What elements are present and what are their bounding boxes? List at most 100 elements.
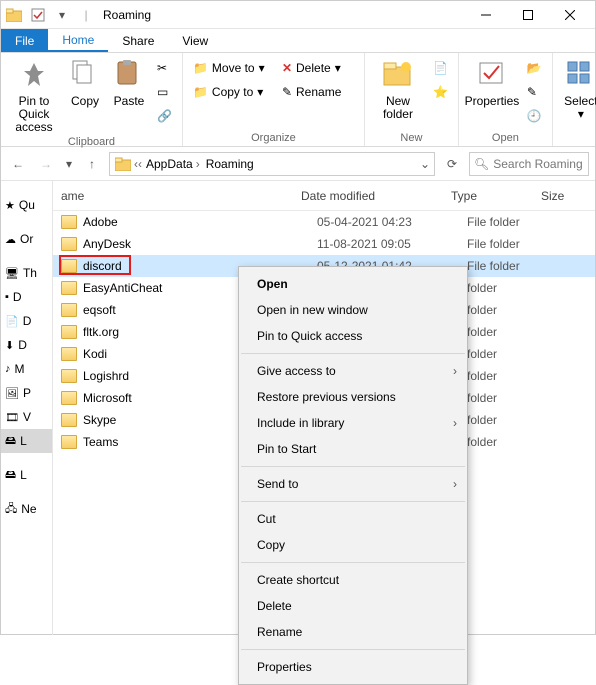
file-type: folder (467, 413, 557, 427)
nav-pane[interactable]: ★Qu☁Or🖥Th▪D📄D⬇D♪M🖼P🎞V🖴L🖴L🖧Ne (1, 181, 53, 635)
context-item-create-shortcut[interactable]: Create shortcut (239, 567, 467, 593)
context-item-copy[interactable]: Copy (239, 532, 467, 558)
new-folder-button[interactable]: New folder (371, 57, 425, 121)
paste-button[interactable]: Paste (109, 57, 149, 108)
properties-label: Properties (465, 95, 520, 108)
tab-view[interactable]: View (168, 29, 222, 52)
folder-icon (61, 237, 77, 251)
chevron-down-icon: ▾ (578, 108, 584, 121)
tab-home[interactable]: Home (48, 29, 108, 52)
easy-access-button[interactable]: ⭐ (429, 81, 452, 103)
qat-dropdown-icon[interactable]: ▾ (53, 6, 71, 24)
new-folder-icon (382, 59, 414, 91)
context-item-send-to[interactable]: Send to (239, 471, 467, 497)
table-row[interactable]: Adobe05-04-2021 04:23File folder (53, 211, 595, 233)
context-item-cut[interactable]: Cut (239, 506, 467, 532)
ribbon-group-clipboard: Pin to Quick access Copy Paste ✂ ▭ 🔗 Cli… (1, 53, 183, 146)
cut-button[interactable]: ✂ (153, 57, 176, 79)
nav-item-icon: 📄 (5, 315, 19, 328)
column-headers[interactable]: ame Date modified Type Size (53, 181, 595, 211)
ribbon-group-open: Properties 📂 ✎ 🕘 Open (459, 53, 553, 146)
nav-item-icon: 🎞 (5, 411, 19, 424)
nav-item[interactable]: 🖼P (1, 381, 52, 405)
crumb-label: Roaming (206, 157, 254, 171)
breadcrumb[interactable]: ‹‹ AppData› Roaming ⌄ (109, 152, 435, 176)
nav-item[interactable]: 🖴L (1, 429, 52, 453)
nav-item-icon: ⬇ (5, 339, 14, 352)
properties-button[interactable]: Properties (465, 57, 519, 108)
nav-item-icon: 🖴 (5, 432, 16, 451)
nav-item[interactable]: ♪M (1, 357, 52, 381)
file-type: folder (467, 369, 557, 383)
rename-icon: ✎ (282, 85, 292, 99)
copy-button[interactable]: Copy (65, 57, 105, 108)
new-item-button[interactable]: 📄 (429, 57, 452, 79)
nav-item[interactable]: ★Qu (1, 193, 52, 217)
pin-to-quick-access-button[interactable]: Pin to Quick access (7, 57, 61, 135)
nav-item-label: L (20, 434, 27, 448)
context-item-open[interactable]: Open (239, 271, 467, 297)
nav-item[interactable]: 🖴L (1, 463, 52, 487)
nav-up-button[interactable]: ↑ (81, 153, 103, 175)
chevron-down-icon: ▾ (335, 61, 341, 75)
history-button[interactable]: 🕘 (523, 105, 546, 127)
group-label-open: Open (465, 131, 546, 144)
nav-item-label: Or (20, 232, 33, 246)
tab-file[interactable]: File (1, 29, 48, 52)
nav-item[interactable]: 🖥Th (1, 261, 52, 285)
context-item-rename[interactable]: Rename (239, 619, 467, 645)
paste-label: Paste (114, 95, 145, 108)
table-row[interactable]: AnyDesk11-08-2021 09:05File folder (53, 233, 595, 255)
context-item-restore-previous-versions[interactable]: Restore previous versions (239, 384, 467, 410)
context-item-include-in-library[interactable]: Include in library (239, 410, 467, 436)
context-separator (241, 353, 465, 354)
move-icon: 📁 (193, 61, 208, 75)
nav-item[interactable]: 🎞V (1, 405, 52, 429)
nav-back-button[interactable]: ← (7, 153, 29, 175)
col-date[interactable]: Date modified (301, 189, 451, 203)
close-button[interactable] (549, 2, 591, 28)
context-item-pin-to-quick-access[interactable]: Pin to Quick access (239, 323, 467, 349)
folder-icon (5, 6, 23, 24)
crumb-roaming[interactable]: Roaming (204, 157, 256, 171)
crumb-appdata[interactable]: AppData› (144, 157, 202, 171)
open-button[interactable]: 📂 (523, 57, 546, 79)
copyto-icon: 📁 (193, 85, 208, 99)
delete-button[interactable]: ✕Delete▾ (278, 57, 358, 79)
context-item-pin-to-start[interactable]: Pin to Start (239, 436, 467, 462)
col-name[interactable]: ame (61, 189, 301, 203)
folder-icon (61, 303, 77, 317)
paste-shortcut-button[interactable]: 🔗 (153, 105, 176, 127)
nav-recent-dropdown[interactable]: ▾ (63, 153, 75, 175)
col-type[interactable]: Type (451, 189, 541, 203)
breadcrumb-dropdown[interactable]: ⌄ (420, 157, 430, 171)
col-size[interactable]: Size (541, 189, 595, 203)
edit-button[interactable]: ✎ (523, 81, 546, 103)
ribbon-group-select: Select ▾ (553, 53, 596, 146)
nav-item[interactable]: ⬇D (1, 333, 52, 357)
move-to-button[interactable]: 📁Move to▾ (189, 57, 274, 79)
refresh-button[interactable]: ⟳ (441, 153, 463, 175)
nav-item-icon: 🖴 (5, 466, 16, 485)
qat-properties-icon[interactable] (29, 6, 47, 24)
nav-item[interactable]: 🖧Ne (1, 497, 52, 521)
nav-item[interactable]: 📄D (1, 309, 52, 333)
tab-share[interactable]: Share (108, 29, 168, 52)
path-icon: ▭ (157, 85, 168, 99)
context-item-open-in-new-window[interactable]: Open in new window (239, 297, 467, 323)
rename-button[interactable]: ✎Rename (278, 81, 358, 103)
copy-to-button[interactable]: 📁Copy to▾ (189, 81, 274, 103)
context-separator (241, 501, 465, 502)
nav-forward-button[interactable]: → (35, 153, 57, 175)
copy-path-button[interactable]: ▭ (153, 81, 176, 103)
maximize-button[interactable] (507, 2, 549, 28)
nav-item[interactable]: ☁Or (1, 227, 52, 251)
context-item-give-access-to[interactable]: Give access to (239, 358, 467, 384)
context-item-properties[interactable]: Properties (239, 654, 467, 680)
select-button[interactable]: Select ▾ (559, 57, 596, 121)
qat-separator: | (77, 6, 95, 24)
nav-item[interactable]: ▪D (1, 285, 52, 309)
context-item-delete[interactable]: Delete (239, 593, 467, 619)
minimize-button[interactable] (465, 2, 507, 28)
search-input[interactable]: 🔍︎ Search Roaming (469, 152, 589, 176)
